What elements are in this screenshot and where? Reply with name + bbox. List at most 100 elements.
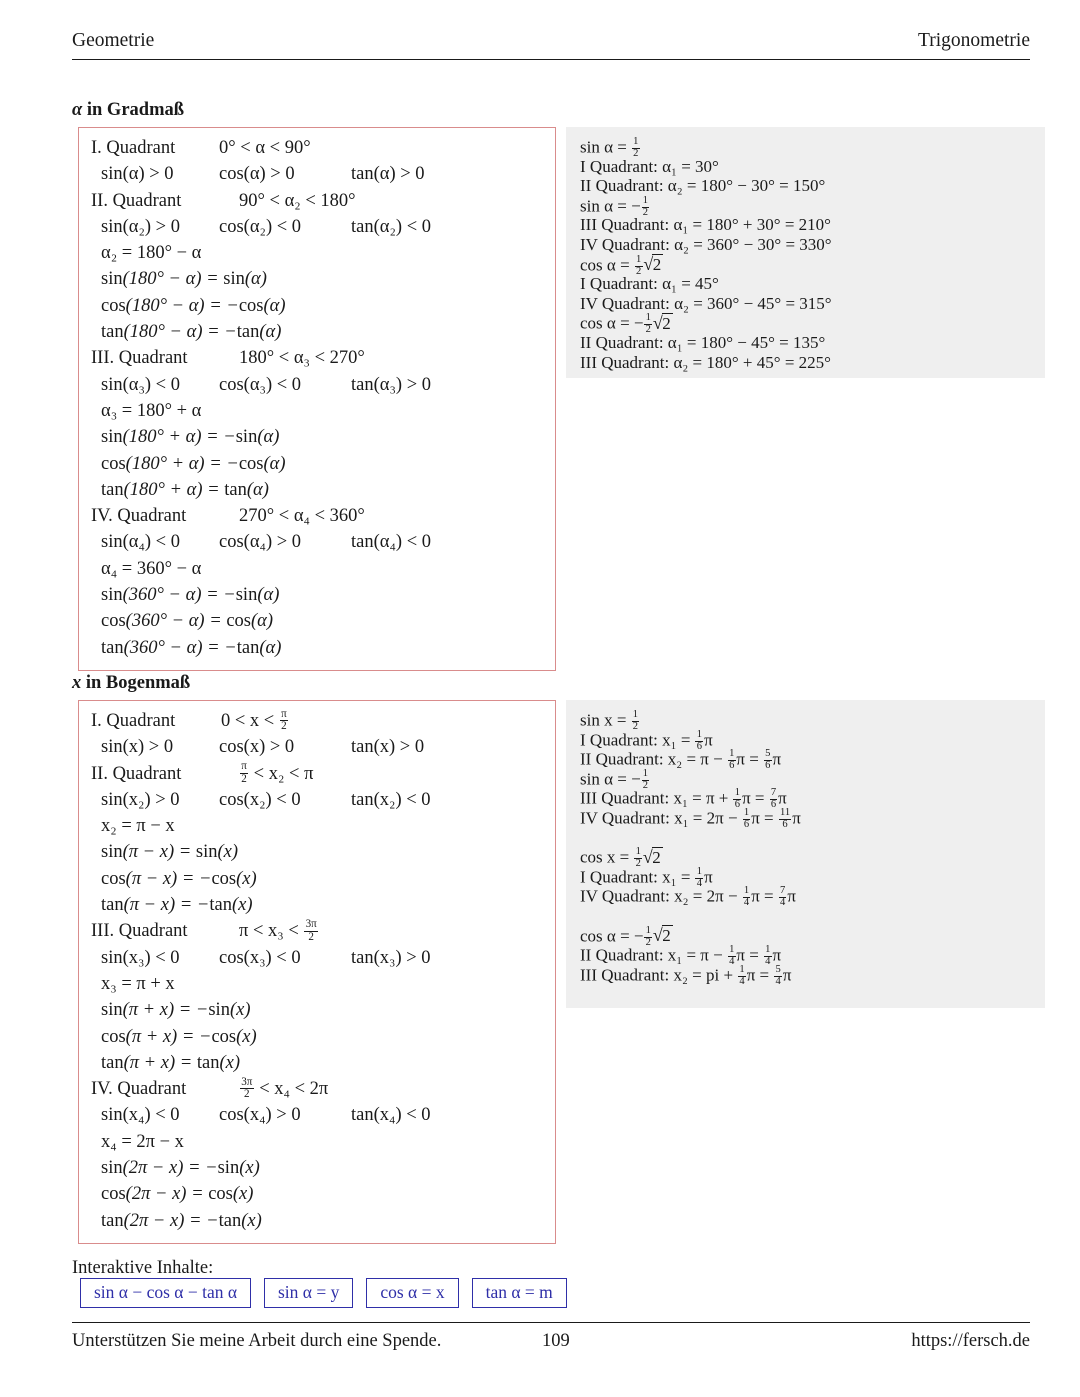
example-line: II Quadrant: α₂ = 180° − 30° = 150°	[580, 176, 826, 196]
section-title-degrees-rest: in Gradmaß	[82, 100, 185, 120]
fraction-denominator: 4	[778, 897, 787, 909]
quadrant-identity: tan(360° − α) = −tan(α)	[101, 637, 282, 658]
quadrant-range: 90° < α₂ < 180°	[239, 190, 356, 211]
interactive-link-0[interactable]: sin α − cos α − tan α	[80, 1278, 251, 1308]
quadrant-identity: α₄ = 360° − α	[101, 558, 202, 579]
page-footer: Unterstützen Sie meine Arbeit durch eine…	[72, 1322, 1030, 1352]
fraction-denominator: 2	[279, 720, 289, 733]
fraction: 16	[727, 748, 736, 772]
fraction-numerator: 1	[632, 709, 639, 720]
fraction: 14	[742, 885, 751, 909]
quadrant-identity: cos(π − x) = −cos(x)	[101, 868, 257, 889]
fraction-numerator: 5	[765, 748, 771, 760]
quadrant-heading: I. Quadrant 0° < α < 90°	[79, 135, 555, 161]
quadrant-identity: tan(180° + α) = tan(α)	[101, 479, 269, 500]
interactive-link-2[interactable]: cos α = x	[366, 1278, 459, 1308]
interactive-link-3[interactable]: tan α = m	[471, 1278, 567, 1308]
radian-rules-box: I. Quadrant 0 < x < π 2 sin(x) > 0 cos(x) > …	[78, 700, 556, 1244]
quadrant-label: III. Quadrant	[91, 921, 188, 942]
sign-tan: tan(x₄) < 0	[351, 1105, 431, 1126]
sign-cos: cos(x₂) < 0	[219, 789, 301, 810]
quadrant-identity: x₄ = 2π − x	[101, 1131, 184, 1152]
fraction-numerator: 5	[775, 963, 781, 975]
fraction: 11 6	[778, 807, 792, 831]
radian-examples-panel: sin x = 12I Quadrant: x₁ = 16π II Quadra…	[566, 700, 1045, 1008]
example-line: sin α = −1 2	[580, 194, 650, 218]
quadrant-identity: x₂ = π − x	[101, 816, 175, 837]
quadrant-range: 3π 2 < x₄ < 2π	[239, 1075, 329, 1101]
example-line: sin α = −1 2	[580, 767, 650, 791]
fraction: 16	[742, 806, 751, 831]
sign-sin: sin(x) > 0	[101, 737, 174, 758]
quadrant-identity: cos(360° − α) = cos(α)	[101, 611, 274, 632]
fraction-numerator: 1	[696, 728, 702, 740]
sign-sin: sin(x₃) < 0	[101, 947, 180, 968]
fraction-numerator: π	[281, 707, 287, 720]
sign-sin: sin(α) > 0	[101, 164, 174, 185]
square-root: √2	[653, 312, 673, 333]
quadrant-signs: sin(α₃) < 0 cos(α₃) < 0 tan(α₃) > 0	[79, 372, 555, 398]
quadrant-identity: sin(π + x) = −sin(x)	[101, 1000, 251, 1021]
quadrant-heading: II. Quadrant 90° < α₂ < 180°	[79, 188, 555, 214]
example-line: cos α = 1 2 √2	[580, 254, 1031, 276]
sign-cos: cos(x₃) < 0	[219, 947, 301, 968]
fraction: π2	[239, 760, 249, 785]
example-line: sin α = 12	[580, 136, 640, 159]
fraction-numerator: 1	[743, 885, 750, 897]
radicand: 2	[651, 846, 663, 867]
fraction-numerator: π	[241, 760, 247, 773]
section-title-radians: x in Bogenmaß	[72, 673, 190, 694]
quadrant-identity: tan(π − x) = −tan(x)	[101, 895, 253, 916]
quadrant-heading: III. Quadrant π < x₃ < 3π 2	[79, 918, 555, 944]
example-line: II Quadrant: x₂ = π − 16π = 56π	[580, 748, 782, 772]
fraction-numerator: 7	[770, 787, 777, 799]
quadrant-label: I. Quadrant	[91, 711, 176, 731]
example-line: II Quadrant: x₁ = π − 14π = 14π	[580, 944, 782, 968]
sign-cos: cos(α₂) < 0	[219, 216, 302, 237]
sign-cos: cos(x) > 0	[219, 737, 295, 758]
fraction-numerator: 1	[739, 963, 745, 975]
interactive-link-1[interactable]: sin α = y	[264, 1278, 354, 1308]
sign-sin: sin(α₄) < 0	[101, 532, 180, 553]
quadrant-signs: sin(α₂) > 0 cos(α₂) < 0 tan(α₂) < 0	[79, 214, 555, 240]
sign-cos: cos(α) > 0	[219, 164, 295, 185]
quadrant-identity: cos(180° − α) = −cos(α)	[101, 295, 286, 316]
quadrant-label: II. Quadrant	[91, 763, 182, 784]
quadrant-signs: sin(x₂) > 0 cos(x₂) < 0 tan(x₂) < 0	[79, 787, 555, 813]
panel-spacer	[580, 828, 1031, 848]
quadrant-heading: III. Quadrant 180° < α₃ < 270°	[79, 345, 555, 371]
fraction-numerator: 7	[779, 885, 786, 897]
quadrant-range: 0° < α < 90°	[219, 138, 311, 158]
fraction-numerator: 1	[743, 806, 750, 818]
square-root: √2	[653, 925, 673, 946]
example-line: IV Quadrant: x₂ = 2π − 14π = 74π	[580, 885, 796, 909]
example-line: III Quadrant: α₁ = 180° + 30° = 210°	[580, 215, 831, 235]
quadrant-label: IV. Quadrant	[91, 506, 187, 527]
quadrant-range: π2 < x₂ < π	[239, 760, 314, 785]
quadrant-heading: I. Quadrant 0 < x < π2	[79, 708, 555, 734]
fraction-numerator: 1	[645, 312, 651, 324]
quadrant-range: 0 < x < π2	[221, 707, 289, 733]
quadrant-identity: x₃ = π + x	[101, 973, 175, 994]
example-line: II Quadrant: α₁ = 180° − 45° = 135°	[580, 332, 826, 352]
quadrant-identity: sin(2π − x) = −sin(x)	[101, 1158, 260, 1179]
section-title-degrees-var: α	[72, 100, 83, 120]
degree-examples-panel: sin α = 12I Quadrant: α₁ = 30° II Quadran…	[566, 127, 1045, 378]
interactive-links: sin α − cos α − tan α sin α = y cos α = x t…	[80, 1278, 567, 1308]
quadrant-signs: sin(α) > 0 cos(α) > 0 tan(α) > 0	[79, 161, 555, 187]
panel-spacer	[580, 906, 1031, 926]
sign-tan: tan(α₄) < 0	[351, 532, 431, 553]
fraction-denominator: 2	[239, 1088, 254, 1101]
sign-tan: tan(x₃) > 0	[351, 947, 431, 968]
fraction: 56	[763, 748, 772, 772]
fraction-numerator: 1	[635, 846, 641, 858]
fraction-denominator: 6	[727, 760, 736, 772]
sign-tan: tan(x) > 0	[351, 737, 425, 758]
sign-sin: sin(α₂) > 0	[101, 216, 180, 237]
example-line: I Quadrant: α₁ = 30°	[580, 156, 719, 176]
example-line: sin x = 12	[580, 709, 640, 732]
fraction: π2	[279, 707, 289, 733]
example-line: cos α = −1 2 √2	[580, 312, 1031, 335]
quadrant-identity: sin(360° − α) = −sin(α)	[101, 585, 280, 606]
footer-website[interactable]: https://fersch.de	[911, 1331, 1030, 1352]
